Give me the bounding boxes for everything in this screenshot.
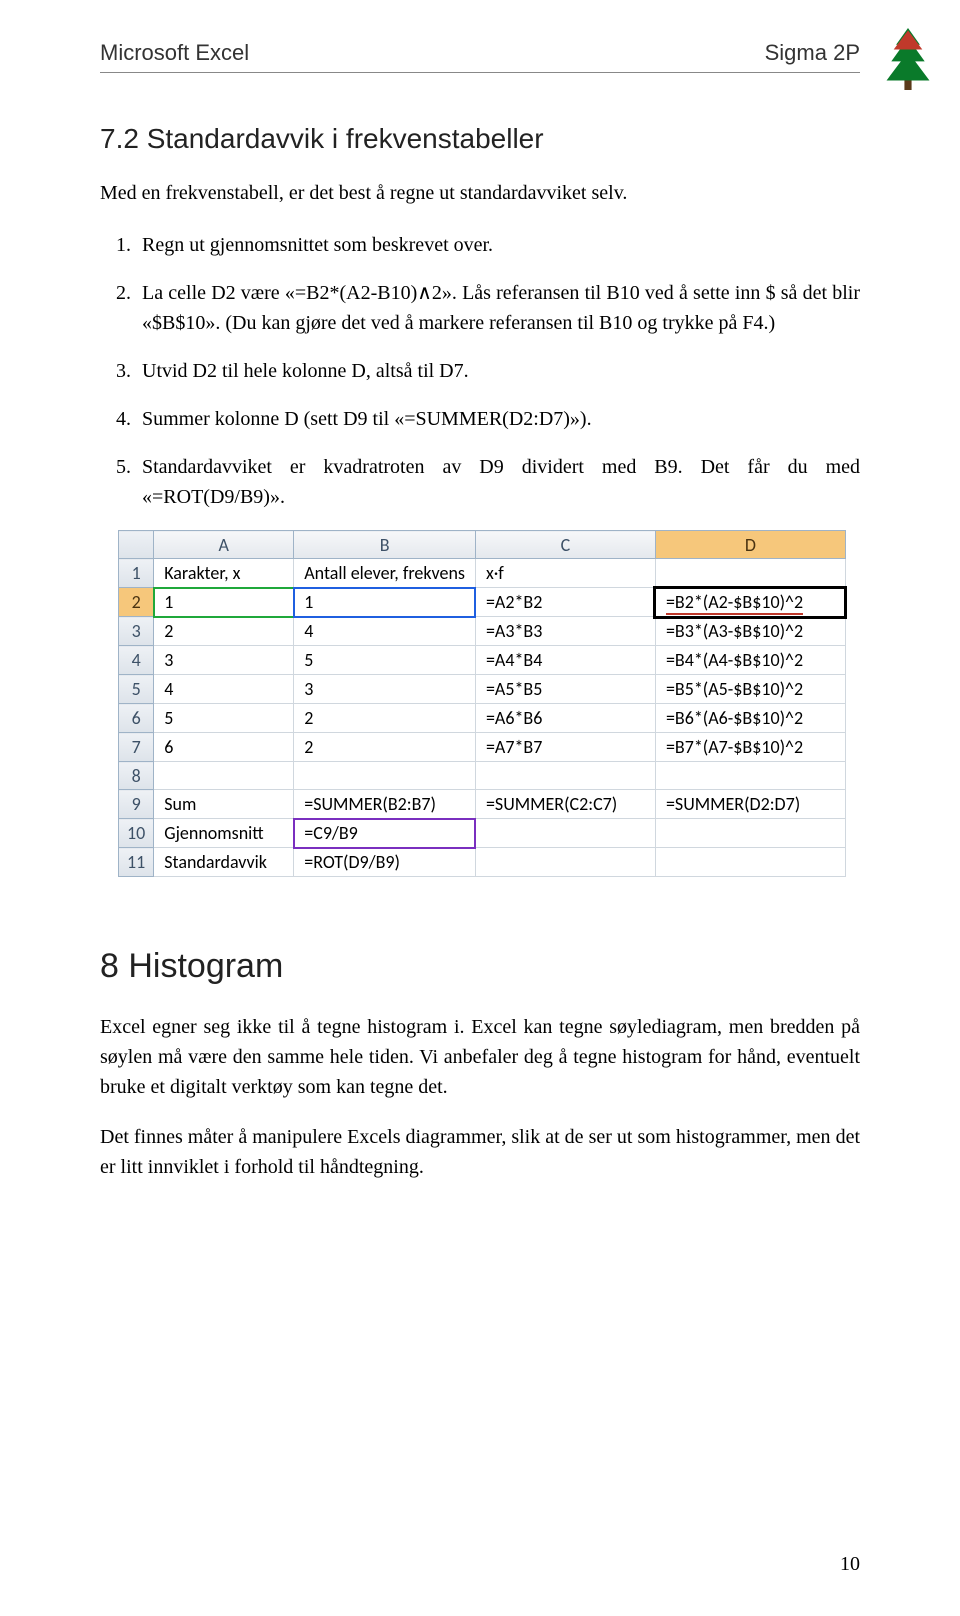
- row-header: 7: [119, 733, 154, 762]
- cell: [655, 559, 845, 588]
- cell: =A4*B4: [475, 646, 655, 675]
- cell: =A7*B7: [475, 733, 655, 762]
- cell: 3: [154, 646, 294, 675]
- row-header: 3: [119, 617, 154, 646]
- corner-cell: [119, 531, 154, 559]
- col-header-a: A: [154, 531, 294, 559]
- cell: [154, 762, 294, 790]
- cell-d2: =B2*(A2-$B$10)^2: [655, 588, 845, 617]
- step-4: Summer kolonne D (sett D9 til «=SUMMER(D…: [136, 404, 860, 434]
- cell: [475, 819, 655, 848]
- cell: Gjennomsnitt: [154, 819, 294, 848]
- row-header: 11: [119, 848, 154, 877]
- cell: [655, 819, 845, 848]
- row-header: 9: [119, 790, 154, 819]
- cell: [475, 762, 655, 790]
- col-header-d: D: [655, 531, 845, 559]
- cell: 5: [154, 704, 294, 733]
- cell: =B6*(A6-$B$10)^2: [655, 704, 845, 733]
- cell: =B5*(A5-$B$10)^2: [655, 675, 845, 704]
- cell: =A5*B5: [475, 675, 655, 704]
- excel-table: A B C D 1 Karakter, x Antall elever, fre…: [118, 530, 846, 877]
- cell-a2: 1: [154, 588, 294, 617]
- cell: =B7*(A7-$B$10)^2: [655, 733, 845, 762]
- cell: =SUMMER(C2:C7): [475, 790, 655, 819]
- cell: [655, 762, 845, 790]
- cell: =SUMMER(D2:D7): [655, 790, 845, 819]
- header-right: Sigma 2P: [765, 40, 860, 66]
- cell: =B3*(A3-$B$10)^2: [655, 617, 845, 646]
- cell: =ROT(D9/B9): [294, 848, 476, 877]
- cell: [475, 848, 655, 877]
- header-rule: [100, 72, 860, 73]
- cell-b2: 1: [294, 588, 476, 617]
- page-header: Microsoft Excel Sigma 2P: [100, 40, 860, 66]
- cell: 2: [154, 617, 294, 646]
- tree-icon: [884, 28, 932, 90]
- row-header: 10: [119, 819, 154, 848]
- excel-screenshot: A B C D 1 Karakter, x Antall elever, fre…: [118, 530, 860, 877]
- cell: =A6*B6: [475, 704, 655, 733]
- cell: 4: [294, 617, 476, 646]
- cell: Karakter, x: [154, 559, 294, 588]
- cell: Sum: [154, 790, 294, 819]
- cell: x·f: [475, 559, 655, 588]
- cell: Standardavvik: [154, 848, 294, 877]
- step-2: La celle D2 være «=B2*(A2-B10)∧2». Lås r…: [136, 278, 860, 338]
- cell: 6: [154, 733, 294, 762]
- cell: 2: [294, 704, 476, 733]
- section-8-p2: Det finnes måter å manipulere Excels dia…: [100, 1122, 860, 1182]
- cell: 3: [294, 675, 476, 704]
- step-3: Utvid D2 til hele kolonne D, altså til D…: [136, 356, 860, 386]
- cell-b10: =C9/B9: [294, 819, 476, 848]
- row-header: 1: [119, 559, 154, 588]
- section-8-p1: Excel egner seg ikke til å tegne histogr…: [100, 1012, 860, 1102]
- row-header: 8: [119, 762, 154, 790]
- row-header: 2: [119, 588, 154, 617]
- cell: Antall elever, frekvens: [294, 559, 476, 588]
- steps-list: Regn ut gjennomsnittet som beskrevet ove…: [136, 230, 860, 512]
- col-header-b: B: [294, 531, 476, 559]
- row-header: 5: [119, 675, 154, 704]
- section-7-2-intro: Med en frekvenstabell, er det best å reg…: [100, 179, 860, 208]
- step-5: Standardavviket er kvadratroten av D9 di…: [136, 452, 860, 512]
- section-8-title: 8 Histogram: [100, 947, 860, 986]
- cell: =A3*B3: [475, 617, 655, 646]
- header-left: Microsoft Excel: [100, 40, 249, 66]
- cell: [655, 848, 845, 877]
- cell: =B4*(A4-$B$10)^2: [655, 646, 845, 675]
- cell: [294, 762, 476, 790]
- cell: 5: [294, 646, 476, 675]
- cell: 2: [294, 733, 476, 762]
- cell: 4: [154, 675, 294, 704]
- row-header: 6: [119, 704, 154, 733]
- section-7-2-title: 7.2 Standardavvik i frekvenstabeller: [100, 123, 860, 155]
- cell: =SUMMER(B2:B7): [294, 790, 476, 819]
- row-header: 4: [119, 646, 154, 675]
- cell: =A2*B2: [475, 588, 655, 617]
- step-1: Regn ut gjennomsnittet som beskrevet ove…: [136, 230, 860, 260]
- col-header-c: C: [475, 531, 655, 559]
- page-number: 10: [840, 1553, 860, 1576]
